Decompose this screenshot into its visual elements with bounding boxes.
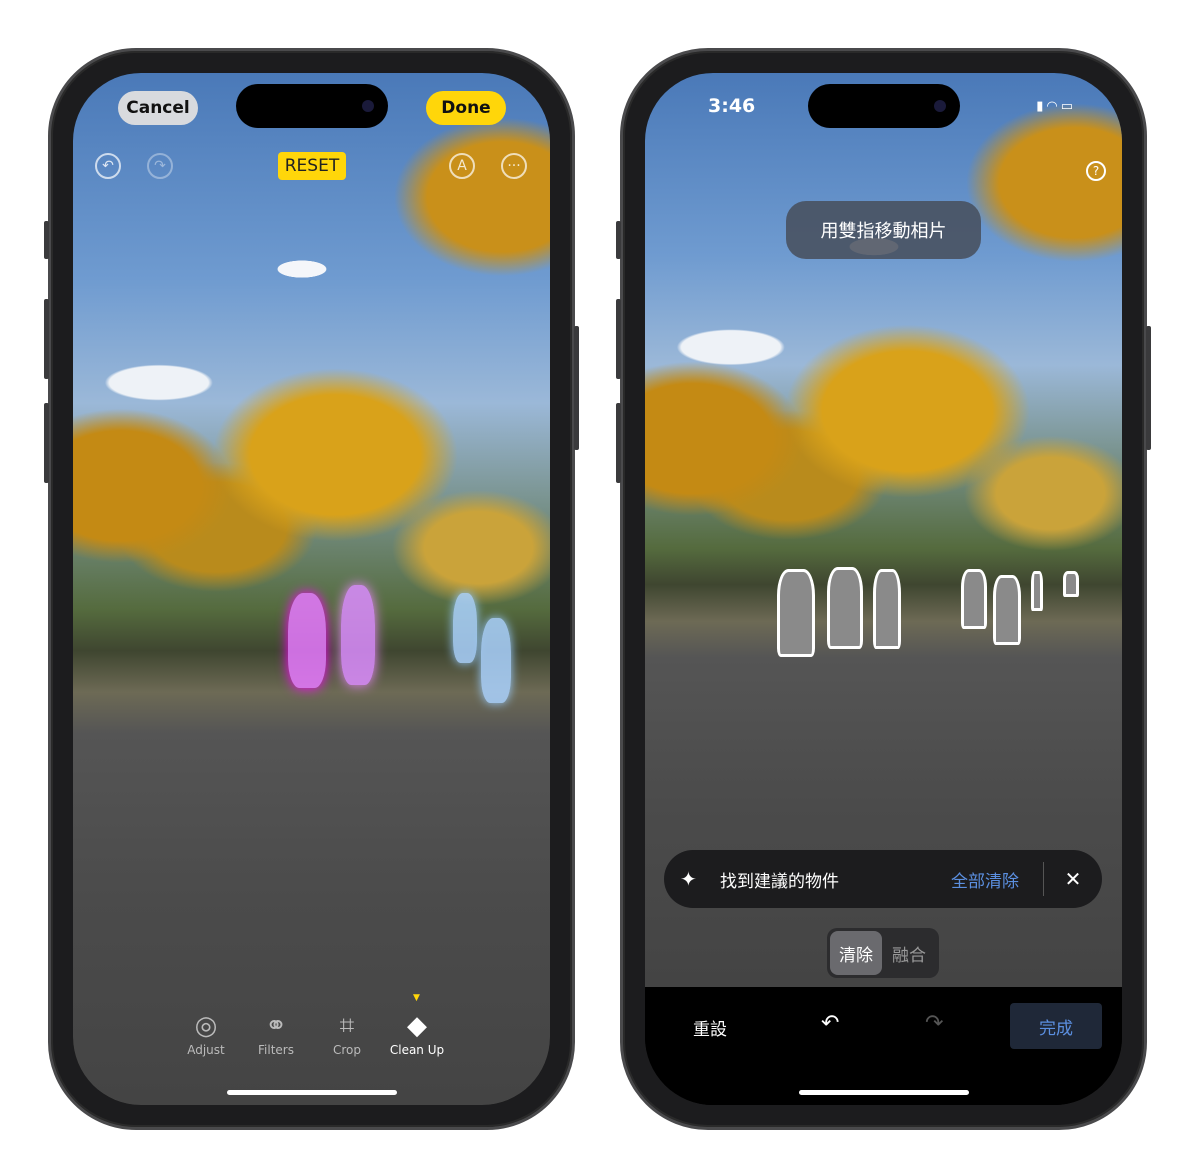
mode-option-blend[interactable]: 融合 <box>882 931 936 975</box>
right-phone: 3:46 ▮◠▭ ? 用雙指移動相片 ✦ 找到建議的物件 全部清除 ✕ 清除 融… <box>616 48 1151 1130</box>
home-indicator <box>798 1090 969 1095</box>
help-icon[interactable]: ? <box>1086 161 1106 181</box>
tool-clean-up[interactable]: ▼ ◆ Clean Up <box>382 993 452 1057</box>
suggested-object[interactable] <box>1063 571 1079 597</box>
tool-filters[interactable]: ⚭ Filters <box>241 1009 311 1057</box>
hint-tooltip: 用雙指移動相片 <box>786 201 981 259</box>
pen-tip-icon[interactable]: A <box>449 153 475 179</box>
suggested-object[interactable] <box>961 569 987 629</box>
mode-option-erase[interactable]: 清除 <box>830 931 882 975</box>
tool-crop[interactable]: ⌗ Crop <box>312 1009 382 1057</box>
suggested-object[interactable] <box>873 569 901 649</box>
sparkles-icon: ✦ <box>680 867 697 891</box>
reset-button[interactable]: 重設 <box>693 1015 727 1040</box>
reset-button[interactable]: RESET <box>278 152 346 180</box>
home-indicator <box>226 1090 397 1095</box>
filters-icon: ⚭ <box>265 1011 287 1041</box>
suggestion-text: 找到建議的物件 <box>720 871 839 892</box>
bottom-toolbar: 重設 ↶ ↷ 完成 <box>645 987 1122 1105</box>
suggested-object[interactable] <box>827 567 863 649</box>
clear-all-button[interactable]: 全部清除 <box>951 867 1019 892</box>
undo-icon[interactable]: ↶ <box>821 1011 839 1036</box>
cleanup-highlight <box>341 585 375 685</box>
dial-icon: ◎ <box>194 1011 218 1041</box>
crop-rotate-icon: ⌗ <box>339 1011 355 1041</box>
redo-circle-icon[interactable]: ↷ <box>147 153 173 179</box>
redo-icon[interactable]: ↷ <box>925 1011 943 1036</box>
cleanup-highlight <box>288 593 326 688</box>
cleanup-highlight <box>481 618 511 703</box>
ellipsis-circle-icon[interactable]: ··· <box>501 153 527 179</box>
mode-segmented-control: 清除 融合 <box>827 928 939 978</box>
suggested-object[interactable] <box>993 575 1021 645</box>
suggested-object[interactable] <box>777 569 815 657</box>
cancel-button[interactable]: Cancel <box>118 91 198 125</box>
cleanup-highlight <box>453 593 477 663</box>
status-time: 3:46 <box>708 95 756 117</box>
photo-editor-screen: Cancel Done ↶ ↷ RESET A ··· ◎ Adjust ⚭ Fil… <box>73 73 550 1105</box>
left-phone: Cancel Done ↶ ↷ RESET A ··· ◎ Adjust ⚭ Fil… <box>44 48 579 1130</box>
close-icon[interactable]: ✕ <box>1044 867 1102 891</box>
photo <box>73 73 550 1105</box>
suggested-object[interactable] <box>1031 571 1043 611</box>
selected-indicator: ▼ <box>413 993 420 1003</box>
signal-icon: ▮ <box>1036 99 1047 114</box>
status-icons: ▮◠▭ <box>1036 99 1076 114</box>
eraser-icon: ◆ <box>407 1011 427 1041</box>
done-button[interactable]: Done <box>426 91 506 125</box>
cleanup-screen: 3:46 ▮◠▭ ? 用雙指移動相片 ✦ 找到建議的物件 全部清除 ✕ 清除 融… <box>645 73 1122 1105</box>
battery-icon: ▭ <box>1060 99 1076 114</box>
tool-adjust[interactable]: ◎ Adjust <box>171 1009 241 1057</box>
undo-circle-icon[interactable]: ↶ <box>95 153 121 179</box>
done-button[interactable]: 完成 <box>1010 1003 1102 1049</box>
suggestion-banner: ✦ 找到建議的物件 全部清除 ✕ <box>664 850 1102 908</box>
wifi-icon: ◠ <box>1046 99 1061 114</box>
